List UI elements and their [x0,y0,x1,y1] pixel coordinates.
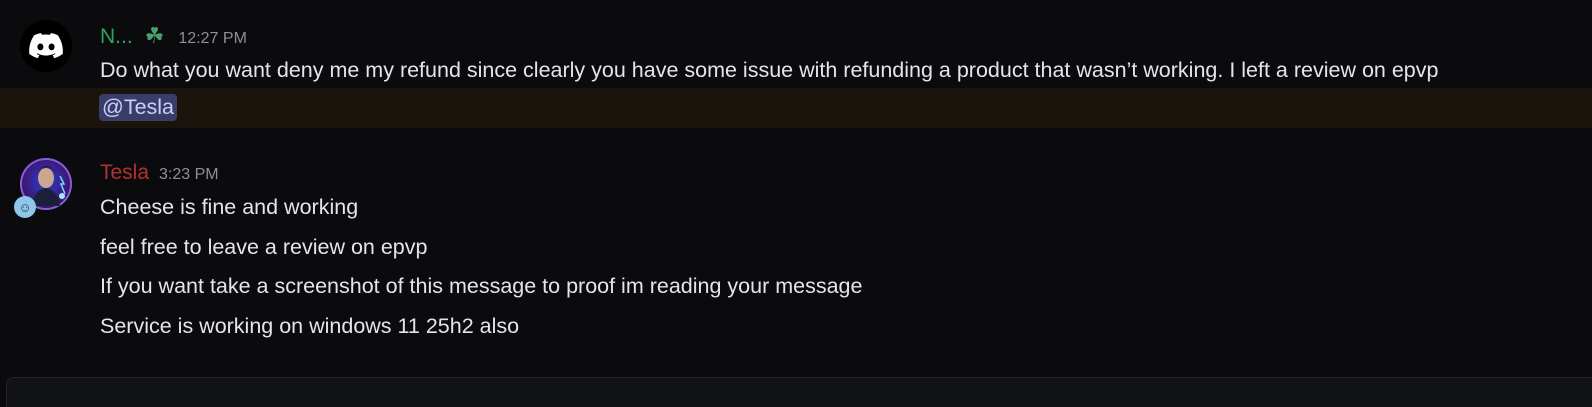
message-text: Cheese is fine and working [100,195,359,219]
username[interactable]: N... [100,25,133,49]
clover-icon: ☘ [144,23,165,48]
username[interactable]: Tesla [100,161,149,185]
user-mention[interactable]: @Tesla [99,94,178,121]
timestamp[interactable]: 3:23 PM [159,166,219,184]
message-header: Tesla 3:23 PM [100,161,219,185]
message-text: If you want take a screenshot of this me… [100,274,863,298]
message-text: feel free to leave a review on epvp [100,235,428,259]
message-input-bar[interactable] [6,377,1592,407]
timestamp[interactable]: 12:27 PM [178,30,246,48]
avatar-decoration-icon: ☺ [14,196,36,218]
avatar[interactable]: ☺ [14,158,72,218]
chat-log: @Tesla N... ☘ 12:27 PM Do what you want … [0,0,1592,407]
mention-highlight-row[interactable]: @Tesla [0,88,1592,128]
message-header: N... ☘ 12:27 PM [100,23,247,49]
message-text: Service is working on windows 11 25h2 al… [100,314,520,338]
avatar[interactable] [20,20,72,72]
discord-logo-icon [29,33,63,59]
message-text: Do what you want deny me my refund since… [100,58,1439,82]
